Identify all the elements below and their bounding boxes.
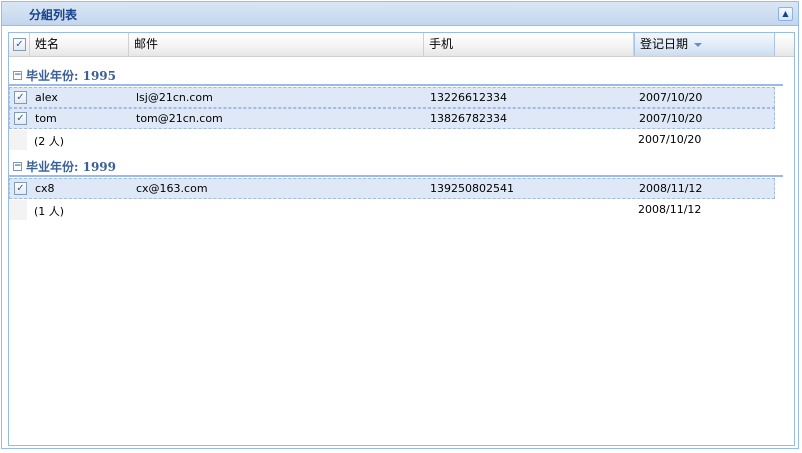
table-row[interactable]: ✓ tom tom@21cn.com 13826782334 2007/10/2… [9, 108, 775, 129]
cell-email: lsj@21cn.com [136, 91, 213, 104]
cell-name: cx8 [35, 182, 55, 195]
cell-phone: 13826782334 [430, 112, 507, 125]
group-label: 毕业年份: 1995 [26, 69, 117, 83]
sort-desc-arrow-icon [694, 42, 703, 47]
summary-stub [9, 130, 27, 150]
column-header-phone[interactable]: 手机 [424, 33, 634, 56]
header-checkbox-cell: ✓ [9, 33, 30, 56]
column-header-date-label: 登记日期 [640, 37, 689, 51]
group-label: 毕业年份: 1999 [26, 160, 117, 174]
group-divider [9, 84, 783, 86]
cell-date: 2007/10/20 [639, 112, 703, 125]
column-header-email[interactable]: 邮件 [129, 33, 424, 56]
cell-phone: 13226612334 [430, 91, 507, 104]
row-checkbox[interactable]: ✓ [14, 91, 27, 104]
cell-date: 2007/10/20 [639, 91, 703, 104]
column-header-date[interactable]: 登记日期 [634, 33, 775, 56]
summary-count: (1 人) [34, 205, 65, 218]
group-header-1995[interactable]: − 毕业年份: 1995 [9, 66, 794, 86]
group-header-1999[interactable]: − 毕业年份: 1999 [9, 157, 794, 177]
grid-header: ✓ 姓名 邮件 手机 登记日期 [9, 33, 794, 57]
cell-phone: 139250802541 [430, 182, 514, 195]
table-row[interactable]: ✓ cx8 cx@163.com 139250802541 2008/11/12 [9, 178, 775, 199]
column-header-name[interactable]: 姓名 [30, 33, 129, 56]
minus-box-icon[interactable]: − [13, 71, 22, 80]
summary-stub [9, 200, 27, 220]
cell-name: alex [35, 91, 58, 104]
panel-header: 分組列表 ▲ [2, 2, 798, 26]
cell-name: tom [35, 112, 57, 125]
cell-date: 2008/11/12 [639, 182, 703, 195]
row-checkbox[interactable]: ✓ [14, 182, 27, 195]
group-summary-row: (2 人) 2007/10/20 [9, 130, 775, 150]
minus-box-icon[interactable]: − [13, 162, 22, 171]
cell-email: cx@163.com [136, 182, 208, 195]
group-divider [9, 175, 783, 177]
summary-count: (2 人) [34, 135, 65, 148]
grouping-grid: ✓ 姓名 邮件 手机 登记日期 − 毕业年份: 1995 ✓ alex lsj@… [8, 32, 795, 446]
select-all-checkbox[interactable]: ✓ [13, 38, 26, 51]
group-summary-row: (1 人) 2008/11/12 [9, 200, 775, 220]
collapse-panel-icon[interactable]: ▲ [778, 7, 793, 21]
panel-title: 分組列表 [29, 8, 78, 22]
summary-date: 2007/10/20 [638, 133, 702, 146]
row-checkbox[interactable]: ✓ [14, 112, 27, 125]
group-list-panel: 分組列表 ▲ ✓ 姓名 邮件 手机 登记日期 − 毕业年份: 1995 ✓ al… [1, 1, 799, 449]
summary-date: 2008/11/12 [638, 203, 702, 216]
table-row[interactable]: ✓ alex lsj@21cn.com 13226612334 2007/10/… [9, 87, 775, 108]
cell-email: tom@21cn.com [136, 112, 223, 125]
